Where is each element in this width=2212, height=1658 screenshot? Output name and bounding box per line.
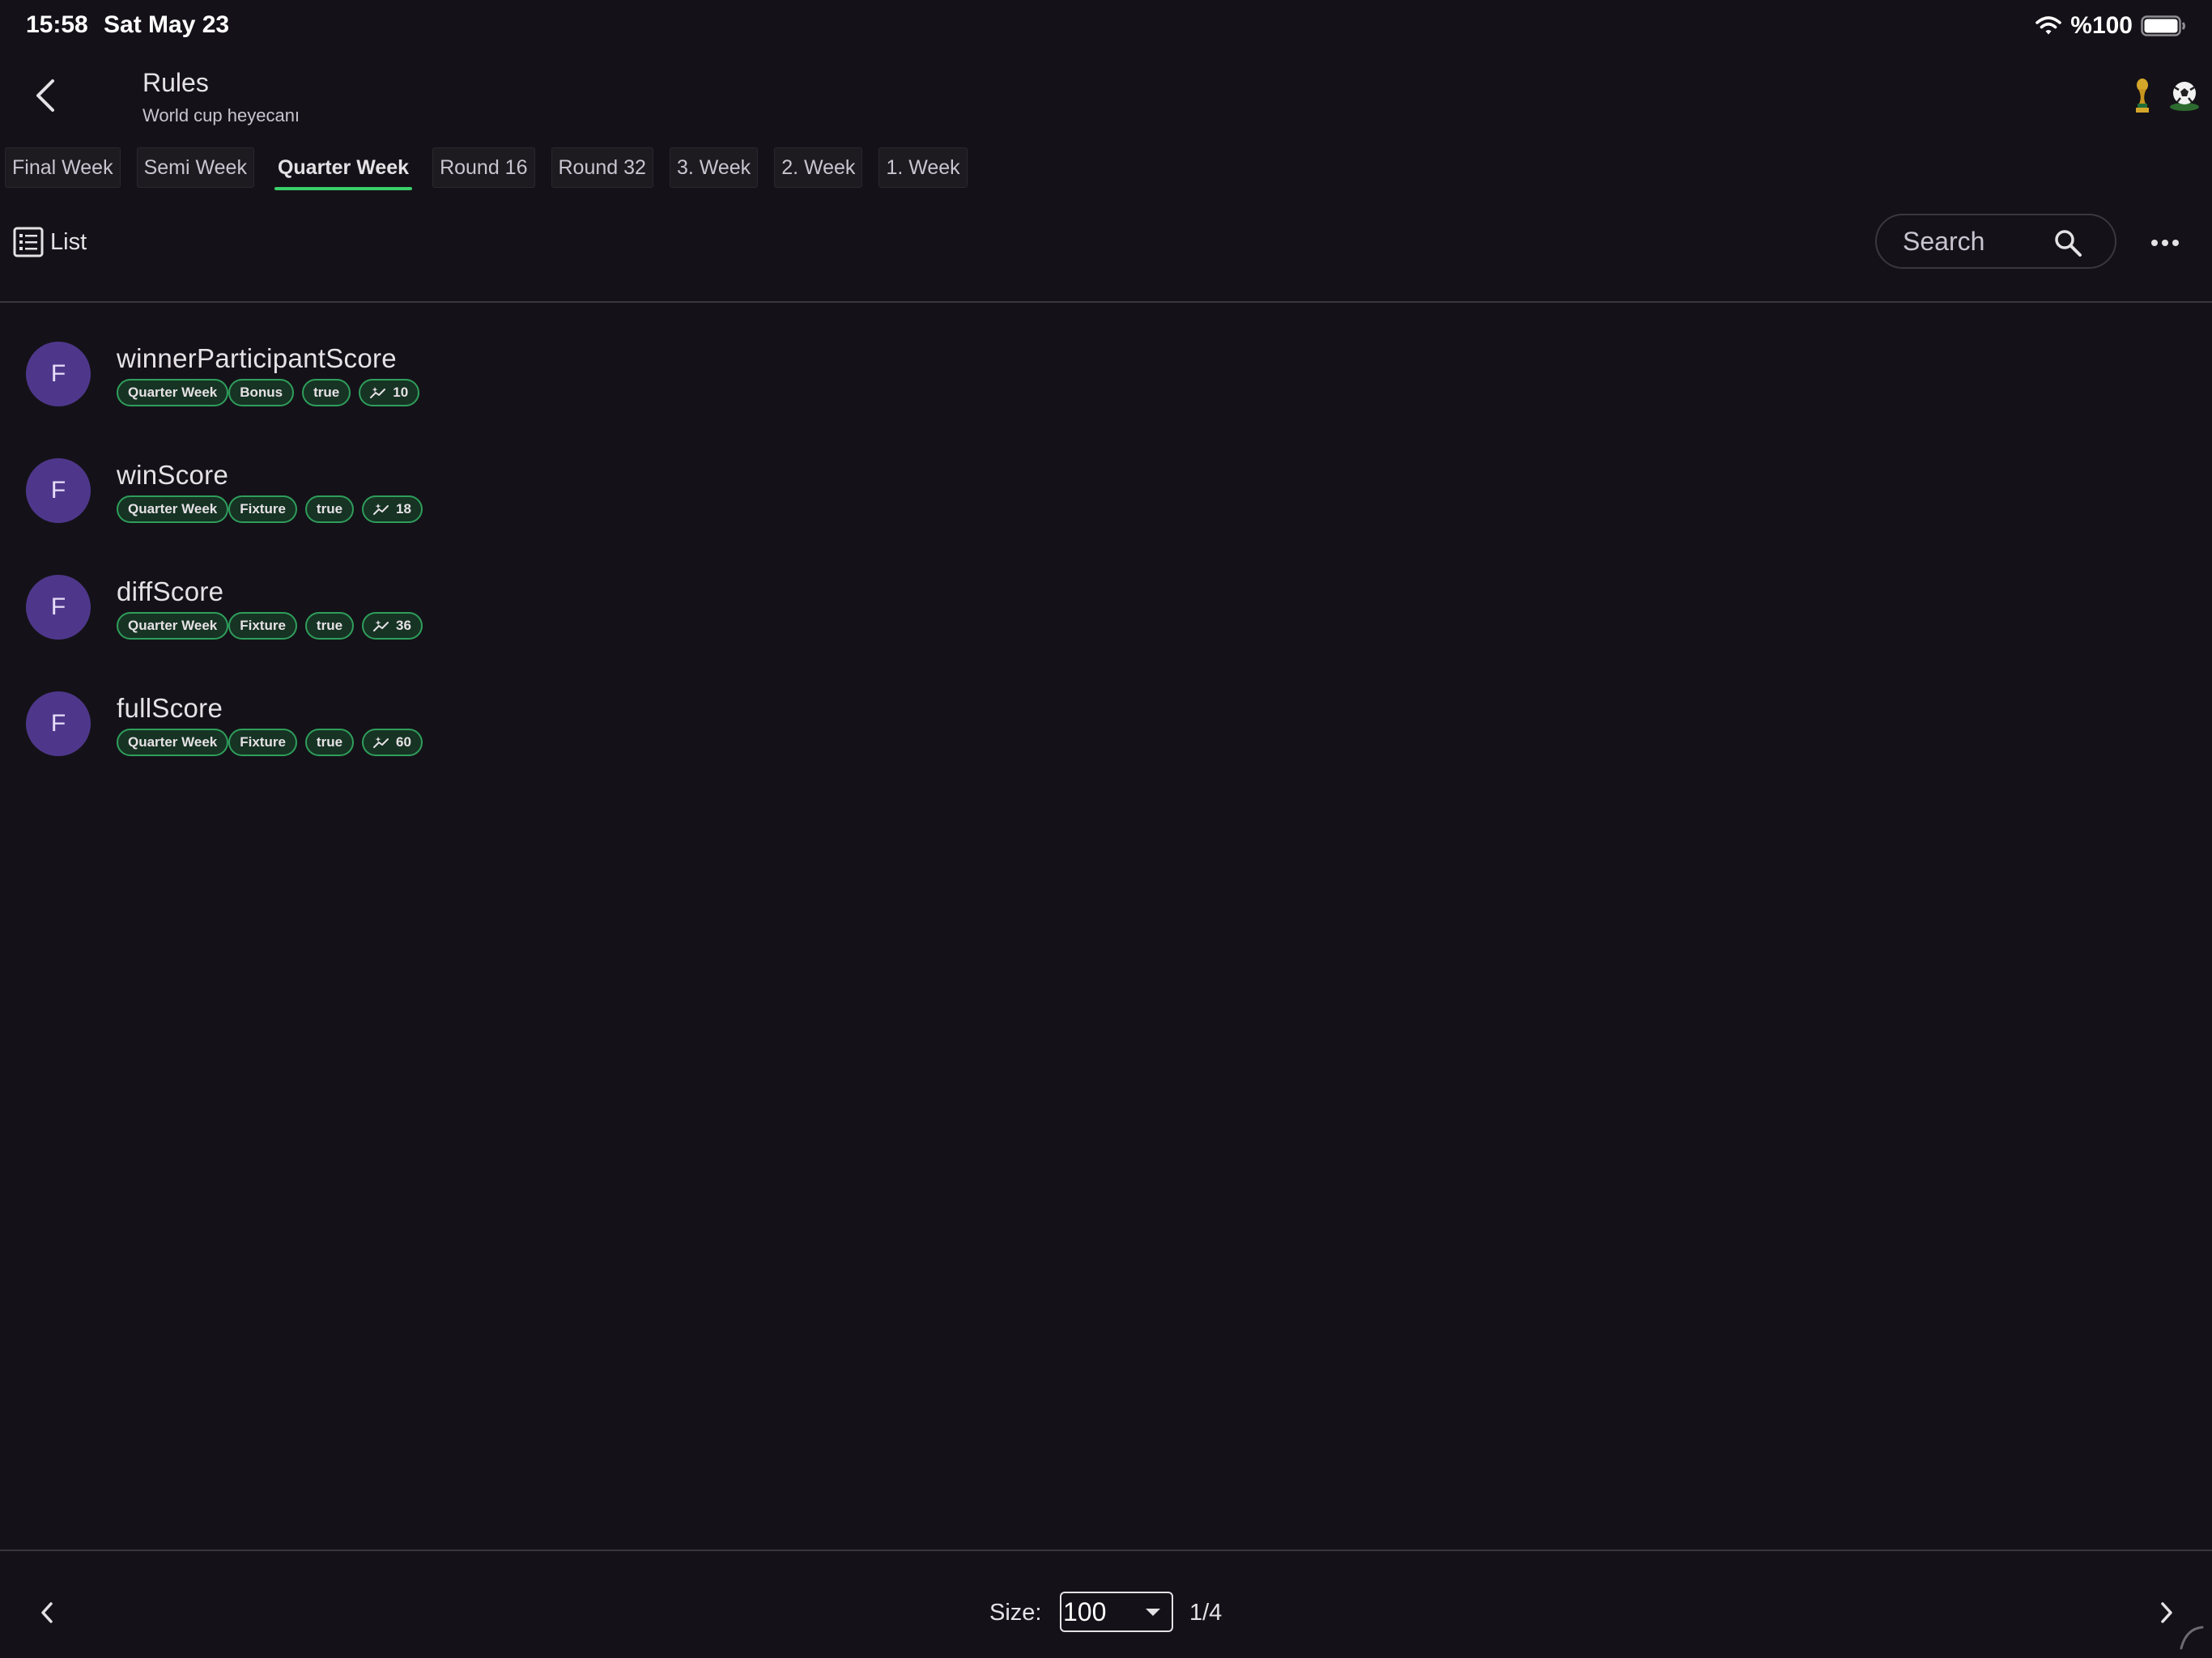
status-date: Sat May 23	[104, 11, 230, 38]
score-chip: 10	[359, 379, 420, 406]
more-dot	[2162, 240, 2168, 246]
avatar: F	[26, 575, 91, 640]
search-box[interactable]	[1875, 214, 2116, 269]
sparkle-chart-icon	[373, 504, 389, 515]
tab-quarter-week[interactable]: Quarter Week	[270, 147, 416, 190]
week-tabs: Final Week Semi Week Quarter Week Round …	[5, 147, 984, 191]
tab-round-16[interactable]: Round 16	[432, 147, 535, 188]
tab-label: Round 32	[558, 155, 646, 179]
search-input[interactable]	[1901, 225, 2042, 257]
tab-label: Round 16	[440, 155, 528, 179]
rule-chips: Quarter Week Fixture true 36	[117, 612, 431, 640]
more-dot	[2172, 240, 2179, 246]
tab-label: 1. Week	[886, 155, 960, 179]
type-chip: Bonus	[228, 379, 295, 406]
sparkle-chart-icon	[370, 387, 386, 398]
score-chip: 60	[362, 729, 423, 756]
list-item[interactable]: F diffScore Quarter Week Fixture true 36	[0, 551, 2212, 667]
rule-chips: Quarter Week Fixture true 60	[117, 729, 431, 756]
dropdown-arrow-icon	[1146, 1609, 1160, 1616]
avatar: F	[26, 691, 91, 756]
status-time: 15:58	[26, 11, 88, 38]
score-value: 10	[393, 385, 409, 400]
tab-final-week[interactable]: Final Week	[5, 147, 121, 188]
list-item[interactable]: F winScore Quarter Week Fixture true 18	[0, 434, 2212, 551]
score-chip: 36	[362, 612, 423, 640]
score-value: 60	[396, 734, 411, 750]
list-item[interactable]: F fullScore Quarter Week Fixture true 60	[0, 667, 2212, 784]
tab-label: 2. Week	[781, 155, 856, 179]
type-chip: Fixture	[228, 729, 297, 756]
list-toolbar: List	[0, 207, 2212, 277]
page-indicator: 1/4	[1189, 1600, 1223, 1626]
prev-page-button[interactable]	[29, 1595, 65, 1630]
status-indicators: %100	[2035, 10, 2186, 42]
week-chip: Quarter Week	[117, 495, 229, 523]
tab-label: 3. Week	[676, 155, 751, 179]
enabled-chip: true	[304, 729, 355, 756]
avatar: F	[26, 342, 91, 406]
sparkle-chart-icon	[373, 737, 389, 748]
list-icon	[13, 227, 44, 257]
pagination-bar: Size: 100 1/4	[0, 1551, 2212, 1658]
more-dot	[2151, 240, 2158, 246]
page-size-value: 100	[1063, 1596, 1107, 1626]
rule-name: diffScore	[117, 576, 224, 606]
battery-icon	[2141, 15, 2185, 36]
view-toggle-label: List	[50, 228, 87, 255]
rule-name: fullScore	[117, 693, 223, 723]
rule-chips: Quarter Week Fixture true 18	[117, 495, 431, 523]
rules-list: F winnerParticipantScore Quarter Week Bo…	[0, 317, 2212, 784]
sparkle-chart-icon	[373, 620, 389, 631]
score-value: 36	[396, 618, 411, 633]
score-value: 18	[396, 501, 411, 517]
week-chip: Quarter Week	[117, 612, 229, 640]
score-chip: 18	[362, 495, 423, 523]
enabled-chip: true	[302, 379, 351, 406]
wifi-icon	[2035, 16, 2062, 35]
divider	[0, 301, 2212, 303]
page-title: Rules	[143, 68, 209, 97]
back-icon	[36, 79, 54, 112]
chevron-right-icon	[2161, 1602, 2172, 1623]
page-subtitle: World cup heyecanı	[143, 105, 300, 125]
more-options-button[interactable]	[2147, 228, 2183, 257]
back-button[interactable]	[24, 74, 66, 117]
rule-name: winnerParticipantScore	[117, 343, 397, 373]
week-chip: Quarter Week	[117, 379, 229, 406]
tab-label: Final Week	[12, 155, 113, 179]
tab-1-week[interactable]: 1. Week	[878, 147, 968, 188]
battery-percent: %100	[2070, 12, 2133, 39]
rule-chips: Quarter Week Bonus true 10	[117, 379, 428, 406]
page-size-select[interactable]: 100	[1060, 1592, 1173, 1632]
tab-3-week[interactable]: 3. Week	[669, 147, 759, 188]
chevron-left-icon	[41, 1602, 53, 1623]
tab-semi-week[interactable]: Semi Week	[136, 147, 254, 188]
resize-handle-icon[interactable]	[2178, 1624, 2204, 1650]
page-size-label: Size:	[989, 1600, 1042, 1626]
type-chip: Fixture	[228, 495, 297, 523]
list-view-toggle[interactable]: List	[13, 227, 87, 257]
tab-label: Semi Week	[143, 155, 247, 179]
week-chip: Quarter Week	[117, 729, 229, 756]
app-bar: Rules World cup heyecanı	[0, 58, 2212, 139]
enabled-chip: true	[304, 612, 355, 640]
type-chip: Fixture	[228, 612, 297, 640]
avatar: F	[26, 458, 91, 523]
tab-label: Quarter Week	[277, 155, 410, 179]
tab-2-week[interactable]: 2. Week	[774, 147, 863, 188]
list-item[interactable]: F winnerParticipantScore Quarter Week Bo…	[0, 317, 2212, 434]
tab-round-32[interactable]: Round 32	[551, 147, 653, 188]
rule-name: winScore	[117, 460, 229, 490]
enabled-chip: true	[304, 495, 355, 523]
status-bar: 15:58 Sat May 23 %100	[0, 0, 2212, 52]
search-icon[interactable]	[2053, 228, 2082, 257]
soccer-ball-icon	[2170, 82, 2199, 111]
trophy-icon	[2136, 79, 2149, 113]
